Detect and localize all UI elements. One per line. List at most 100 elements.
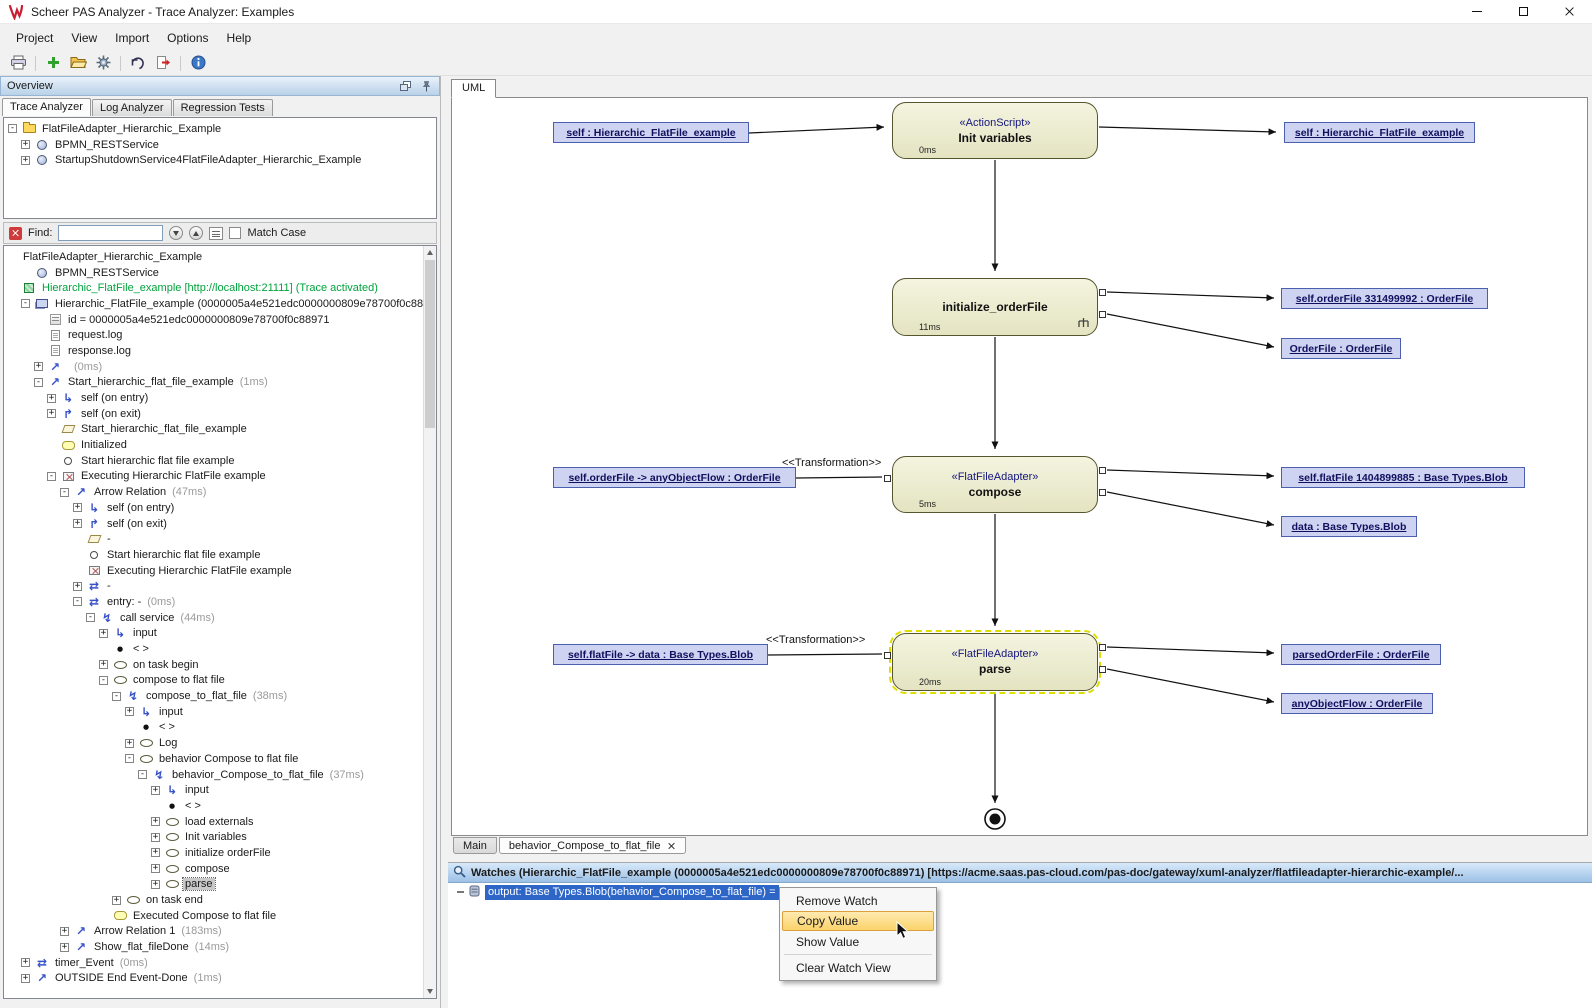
collapse-toggle[interactable]: - bbox=[34, 378, 43, 387]
scroll-down-button[interactable] bbox=[424, 985, 436, 998]
tree-item-behavior-compose-to-flat-file[interactable]: -behavior Compose to flat file bbox=[4, 751, 436, 767]
tree-item-input[interactable]: +↳input bbox=[4, 782, 436, 798]
watch-expression[interactable]: output: Base Types.Blob(behavior_Compose… bbox=[485, 885, 779, 900]
expand-toggle[interactable]: + bbox=[34, 362, 43, 371]
tree-item-item[interactable]: ●< > bbox=[4, 720, 436, 736]
find-options-button[interactable] bbox=[209, 227, 223, 240]
menu-item-project[interactable]: Project bbox=[7, 26, 62, 50]
tree-item-startupshutdownservice4flatfileadapter-hierarchic-example[interactable]: +StartupShutdownService4FlatFileAdapter_… bbox=[4, 152, 436, 168]
object-node-parsedorderfile-orderfile[interactable]: parsedOrderFile : OrderFile bbox=[1281, 644, 1441, 665]
collapse-toggle[interactable]: - bbox=[138, 770, 147, 779]
expand-toggle[interactable]: + bbox=[21, 974, 30, 983]
tree-item-compose-to-flat-file[interactable]: -↯compose_to_flat_file(38ms) bbox=[4, 688, 436, 704]
collapse-toggle[interactable]: - bbox=[99, 676, 108, 685]
expand-toggle[interactable]: + bbox=[21, 156, 30, 165]
tree-item-parse[interactable]: +parse bbox=[4, 877, 436, 893]
expand-toggle[interactable]: + bbox=[151, 848, 160, 857]
tree-item-item[interactable]: - bbox=[4, 531, 436, 547]
menu-item-view[interactable]: View bbox=[62, 26, 106, 50]
expand-toggle[interactable]: + bbox=[21, 958, 30, 967]
maximize-button[interactable] bbox=[1500, 0, 1546, 23]
doc-tab-behavior-compose-to-flat-file[interactable]: behavior_Compose_to_flat_file bbox=[499, 837, 686, 854]
object-node-data-base-types-blob[interactable]: data : Base Types.Blob bbox=[1281, 516, 1417, 537]
expand-toggle[interactable]: + bbox=[60, 927, 69, 936]
context-menu-item-clear-watch-view[interactable]: Clear Watch View bbox=[782, 957, 934, 978]
object-node-orderfile-orderfile[interactable]: OrderFile : OrderFile bbox=[1281, 338, 1401, 359]
match-case-checkbox[interactable] bbox=[229, 227, 241, 239]
object-node-self-hierarchic-flatfile-example[interactable]: self : Hierarchic_FlatFile_example bbox=[1284, 122, 1475, 143]
menu-item-help[interactable]: Help bbox=[218, 26, 261, 50]
expand-toggle[interactable]: + bbox=[151, 880, 160, 889]
menu-item-options[interactable]: Options bbox=[158, 26, 217, 50]
tree-item-show-flat-filedone[interactable]: +↗Show_flat_fileDone(14ms) bbox=[4, 939, 436, 955]
expand-toggle[interactable]: + bbox=[99, 629, 108, 638]
close-find-button[interactable] bbox=[9, 227, 22, 240]
collapse-toggle[interactable]: - bbox=[86, 613, 95, 622]
object-node-self-flatfile-data-base-types-blob[interactable]: self.flatFile -> data : Base Types.Blob bbox=[553, 644, 768, 665]
context-menu-item-remove-watch[interactable]: Remove Watch bbox=[782, 890, 934, 911]
tree-item-arrow-relation-1[interactable]: +↗Arrow Relation 1(183ms) bbox=[4, 924, 436, 940]
export-button[interactable] bbox=[152, 54, 174, 74]
open-button[interactable] bbox=[67, 54, 89, 74]
collapse-toggle[interactable]: - bbox=[125, 754, 134, 763]
context-menu-item-copy-value[interactable]: Copy Value bbox=[782, 911, 934, 931]
tree-item-initialized[interactable]: Initialized bbox=[4, 437, 436, 453]
collapse-toggle[interactable]: - bbox=[60, 488, 69, 497]
object-node-anyobjectflow-orderfile[interactable]: anyObjectFlow : OrderFile bbox=[1281, 693, 1433, 714]
action-node-initialize-orderfile[interactable]: initialize_orderFile11ms bbox=[892, 278, 1098, 336]
action-node-compose[interactable]: «FlatFileAdapter»compose5ms bbox=[892, 456, 1098, 513]
tree-item-load-externals[interactable]: +load externals bbox=[4, 814, 436, 830]
tree-item-start-hierarchic-flat-file-example[interactable]: Start hierarchic flat file example bbox=[4, 547, 436, 563]
tree-item-executing-hierarchic-flatfile-example[interactable]: -Executing Hierarchic FlatFile example bbox=[4, 469, 436, 485]
tree-item-item[interactable]: ●< > bbox=[4, 798, 436, 814]
find-next-button[interactable] bbox=[169, 226, 183, 240]
menu-item-import[interactable]: Import bbox=[106, 26, 158, 50]
tree-item-timer-event[interactable]: +⇄timer_Event(0ms) bbox=[4, 955, 436, 971]
tree-item-outside-end-event-done[interactable]: +↗OUTSIDE End Event-Done(1ms) bbox=[4, 971, 436, 987]
expand-toggle[interactable]: + bbox=[73, 582, 82, 591]
collapse-toggle[interactable]: - bbox=[47, 472, 56, 481]
tree-item-self-on-entry[interactable]: +↳self (on entry) bbox=[4, 500, 436, 516]
tree-item-entry[interactable]: -⇄entry: -(0ms) bbox=[4, 594, 436, 610]
tree-item-id-0000005a4e521edc0000000809e78700f0c88971[interactable]: id = 0000005a4e521edc0000000809e78700f0c… bbox=[4, 312, 436, 328]
context-menu-item-show-value[interactable]: Show Value bbox=[782, 931, 934, 952]
close-tab-icon[interactable] bbox=[668, 842, 676, 850]
find-input[interactable] bbox=[58, 225, 163, 241]
tree-item-self-on-exit[interactable]: +↱self (on exit) bbox=[4, 516, 436, 532]
tree-item-call-service[interactable]: -↯call service(44ms) bbox=[4, 610, 436, 626]
collapse-toggle[interactable]: - bbox=[73, 597, 82, 606]
watch-row[interactable]: output: Base Types.Blob(behavior_Compose… bbox=[448, 883, 1592, 901]
print-button[interactable] bbox=[7, 54, 29, 74]
tab-regression-tests[interactable]: Regression Tests bbox=[173, 99, 273, 116]
expand-toggle[interactable]: + bbox=[151, 833, 160, 842]
tree-item-input[interactable]: +↳input bbox=[4, 704, 436, 720]
expand-toggle[interactable]: + bbox=[60, 943, 69, 952]
tree-item-self-on-exit[interactable]: +↱self (on exit) bbox=[4, 406, 436, 422]
collapse-toggle[interactable]: - bbox=[8, 124, 17, 133]
tree-item-bpmn-restservice[interactable]: BPMN_RESTService bbox=[4, 265, 436, 281]
tree-scrollbar[interactable] bbox=[423, 246, 436, 998]
close-button[interactable] bbox=[1546, 0, 1592, 23]
watches-header[interactable]: Watches (Hierarchic_FlatFile_example (00… bbox=[448, 863, 1592, 883]
expand-toggle[interactable]: + bbox=[112, 896, 121, 905]
float-panel-button[interactable] bbox=[399, 80, 413, 92]
expand-toggle[interactable]: + bbox=[151, 817, 160, 826]
tree-item-item[interactable]: ●< > bbox=[4, 641, 436, 657]
object-node-self-flatfile-1404899885-base-types-blob[interactable]: self.flatFile 1404899885 : Base Types.Bl… bbox=[1281, 467, 1525, 488]
tree-item-executing-hierarchic-flatfile-example[interactable]: Executing Hierarchic FlatFile example bbox=[4, 563, 436, 579]
tree-item-arrow-relation[interactable]: -↗Arrow Relation(47ms) bbox=[4, 484, 436, 500]
expand-toggle[interactable]: + bbox=[47, 409, 56, 418]
undo-button[interactable] bbox=[127, 54, 149, 74]
tree-item-behavior-compose-to-flat-file[interactable]: -↯behavior_Compose_to_flat_file(37ms) bbox=[4, 767, 436, 783]
expand-toggle[interactable]: + bbox=[47, 394, 56, 403]
tree-item-start-hierarchic-flat-file-example[interactable]: Start hierarchic flat file example bbox=[4, 453, 436, 469]
tree-item-on-task-end[interactable]: +on task end bbox=[4, 892, 436, 908]
tree-item-initialize-orderfile[interactable]: +initialize orderFile bbox=[4, 845, 436, 861]
scrollbar-thumb[interactable] bbox=[425, 260, 435, 428]
expand-toggle[interactable]: + bbox=[21, 140, 30, 149]
tree-item-start-hierarchic-flat-file-example[interactable]: -↗Start_hierarchic_flat_file_example(1ms… bbox=[4, 375, 436, 391]
collapse-toggle[interactable]: - bbox=[112, 692, 121, 701]
tree-item-start-hierarchic-flat-file-example[interactable]: Start_hierarchic_flat_file_example bbox=[4, 422, 436, 438]
tree-item-hierarchic-flatfile-example-http-localhost-21111-trace-activated[interactable]: Hierarchic_FlatFile_example [http://loca… bbox=[4, 280, 436, 296]
tab-log-analyzer[interactable]: Log Analyzer bbox=[92, 99, 172, 116]
